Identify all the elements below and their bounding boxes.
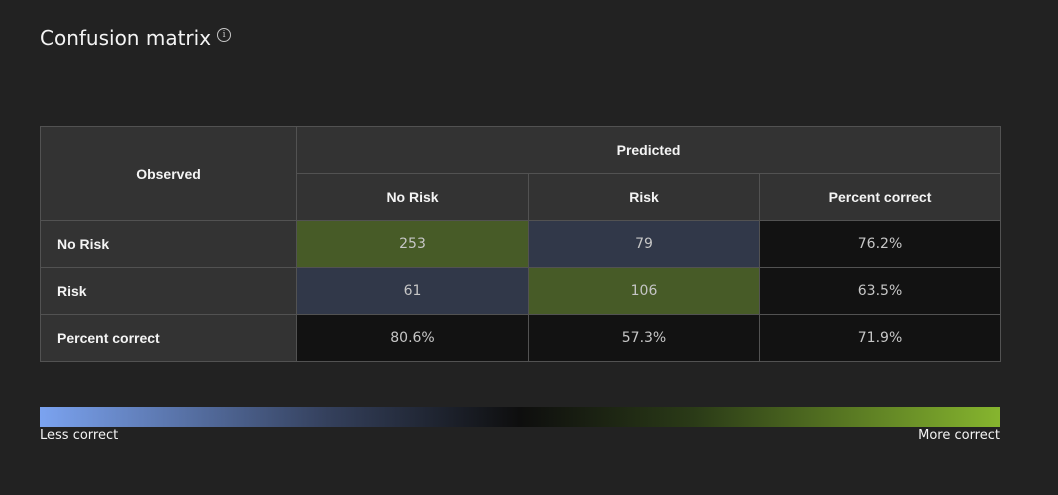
cell-no-risk-percent: 76.2% <box>758 220 1002 268</box>
predicted-header: Predicted <box>295 126 1002 174</box>
cell-percent-risk: 57.3% <box>528 314 760 362</box>
info-icon[interactable]: i <box>217 28 232 42</box>
confusion-matrix-table: Observed Predicted No Risk Risk Percent … <box>40 126 1002 362</box>
cell-risk-risk: 106 <box>528 267 760 315</box>
column-header-percent-correct: Percent correct <box>758 173 1002 221</box>
column-header-risk: Risk <box>528 173 760 221</box>
color-scale-bar <box>40 407 1000 427</box>
header-row-predicted: Observed Predicted <box>40 126 1002 221</box>
observed-header: Observed <box>40 126 297 221</box>
legend-low-label: Less correct <box>40 428 119 443</box>
title-text: Confusion matrix <box>40 26 212 50</box>
row-header-no-risk: No Risk <box>40 220 297 268</box>
table-row: No Risk 253 79 76.2% <box>40 220 1002 268</box>
table-row: Risk 61 106 63.5% <box>40 267 1002 315</box>
cell-risk-no-risk: 61 <box>296 267 529 315</box>
column-header-no-risk: No Risk <box>296 173 529 221</box>
cell-risk-percent: 63.5% <box>758 267 1002 315</box>
cell-no-risk-no-risk: 253 <box>296 220 529 268</box>
cell-percent-no-risk: 80.6% <box>296 314 529 362</box>
page-title: Confusion matrix i <box>40 26 232 50</box>
table-row: Percent correct 80.6% 57.3% 71.9% <box>40 314 1002 362</box>
legend-high-label: More correct <box>918 428 1000 443</box>
row-header-risk: Risk <box>40 267 297 315</box>
cell-percent-overall: 71.9% <box>758 314 1002 362</box>
cell-no-risk-risk: 79 <box>528 220 760 268</box>
row-header-percent-correct: Percent correct <box>40 314 297 362</box>
